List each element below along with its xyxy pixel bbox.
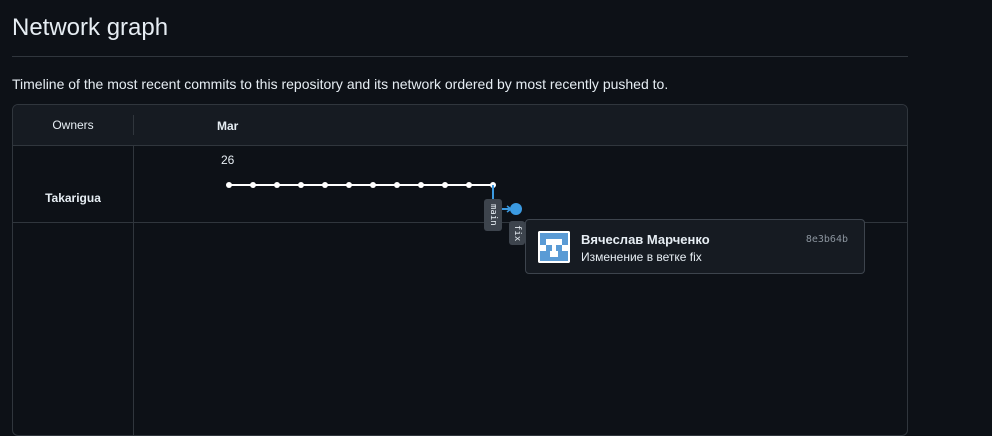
commit-dot[interactable] [226,182,232,188]
commit-dot[interactable] [418,182,424,188]
fix-commit-dot[interactable] [510,203,522,215]
main-branch-line [226,182,496,188]
commit-dot[interactable] [346,182,352,188]
title-divider [12,56,908,57]
commit-sha: 8e3b64b [805,234,848,245]
page-description: Timeline of the most recent commits to t… [12,76,669,92]
avatar-identicon [538,231,570,263]
commit-dot[interactable] [298,182,304,188]
commit-dot[interactable] [322,182,328,188]
commit-dot[interactable] [274,182,280,188]
commit-message: Изменение в ветке fix [581,250,702,264]
branch-tag-main[interactable]: main [484,199,502,231]
commit-dot[interactable] [250,182,256,188]
commit-dot[interactable] [466,182,472,188]
commit-dot[interactable] [370,182,376,188]
author-avatar [538,231,570,263]
page-title: Network graph [12,14,169,41]
commit-author: Вячеслав Марченко [581,232,710,247]
commit-tooltip: Вячеслав Марченко 8e3b64b Изменение в ве… [525,219,865,274]
commit-dot[interactable] [394,182,400,188]
branch-tag-fix[interactable]: fix [509,221,525,245]
commit-dot[interactable] [442,182,448,188]
